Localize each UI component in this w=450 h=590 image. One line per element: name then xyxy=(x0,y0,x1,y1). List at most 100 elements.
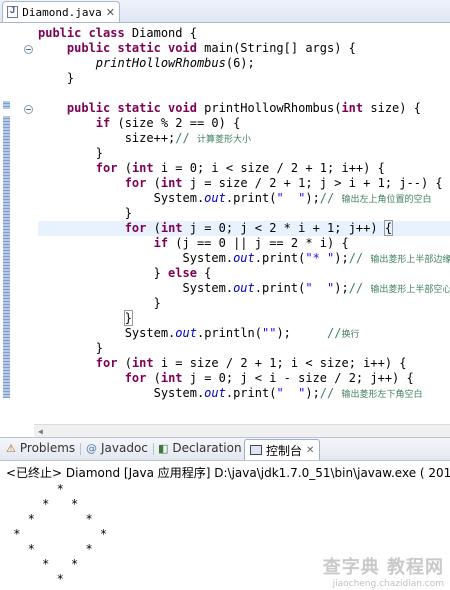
code-line[interactable]: } xyxy=(38,310,450,326)
code-line[interactable]: } xyxy=(38,341,450,356)
code-token: ( xyxy=(117,356,132,370)
code-token: System. xyxy=(38,326,176,340)
console-output-line: * xyxy=(6,482,64,496)
code-line[interactable]: if (size % 2 == 0) { xyxy=(38,116,450,131)
scroll-left-icon[interactable]: ◀ xyxy=(38,427,43,436)
code-token: } xyxy=(38,206,132,220)
code-token: // xyxy=(319,386,342,400)
code-token: ); xyxy=(276,326,328,340)
code-line[interactable]: public static void main(String[] args) { xyxy=(38,41,450,56)
code-token: int xyxy=(341,101,364,115)
tab-declaration[interactable]: ◧ Declaration xyxy=(158,441,242,455)
tab-console[interactable]: 控制台 ✕ xyxy=(244,439,321,460)
fold-toggle-icon[interactable] xyxy=(24,105,33,114)
code-token: for xyxy=(124,221,147,235)
code-line[interactable]: for (int i = 0; i < size / 2 + 1; i++) { xyxy=(38,161,450,176)
close-icon[interactable]: ✕ xyxy=(306,445,314,456)
code-token: int xyxy=(131,161,154,175)
console-icon xyxy=(250,445,262,455)
code-token: for xyxy=(95,356,118,370)
code-token: .print( xyxy=(225,191,277,205)
code-token: if xyxy=(95,116,111,130)
editor-tab-strip: Diamond.java ✕ xyxy=(0,0,450,23)
code-token: out xyxy=(233,281,255,295)
code-line[interactable]: public class Diamond { xyxy=(38,26,450,41)
code-area[interactable]: public class Diamond { public static voi… xyxy=(38,26,450,401)
code-token: (6); xyxy=(225,56,255,70)
code-line[interactable]: System.out.print(" ");// 输出左上角位置的空白 xyxy=(38,191,450,206)
code-token: else xyxy=(168,266,197,280)
code-line[interactable]: printHollowRhombus(6); xyxy=(38,56,450,71)
code-token: .print( xyxy=(254,281,306,295)
code-token: int xyxy=(160,176,183,190)
code-editor[interactable]: public class Diamond { public static voi… xyxy=(0,23,450,439)
tab-problems[interactable]: ⚠ Problems xyxy=(6,441,75,455)
code-token: out xyxy=(204,386,226,400)
code-token: printHollowRhombus xyxy=(95,56,226,70)
code-line[interactable]: } xyxy=(38,71,450,86)
code-token: } xyxy=(38,266,169,280)
code-token: int xyxy=(131,356,154,370)
tab-divider xyxy=(80,443,81,455)
declaration-icon: ◧ xyxy=(158,441,169,455)
code-token: public static void xyxy=(66,41,197,55)
code-line[interactable] xyxy=(38,86,450,101)
tab-javadoc[interactable]: @ Javadoc xyxy=(86,441,148,455)
close-icon[interactable]: ✕ xyxy=(106,6,115,19)
code-line[interactable]: size++;// 计算菱形大小 xyxy=(38,131,450,146)
code-token: "* " xyxy=(305,251,335,265)
console-output[interactable]: * * * * * * * * * * * * xyxy=(6,482,107,587)
code-token: } xyxy=(38,71,75,85)
code-token: if xyxy=(153,236,169,250)
code-line[interactable]: for (int i = size / 2 + 1; i < size; i++… xyxy=(38,356,450,371)
code-token: for xyxy=(124,371,147,385)
code-token: } xyxy=(123,310,133,326)
tab-divider xyxy=(153,443,154,455)
console-output-line: * * xyxy=(6,527,108,541)
editor-tab-diamond-java[interactable]: Diamond.java ✕ xyxy=(2,1,120,22)
code-token: ); xyxy=(305,386,320,400)
code-token: j = 0; j < 2 * i + 1; j++) xyxy=(182,221,385,235)
code-line[interactable]: for (int j = 0; j < i - size / 2; j++) { xyxy=(38,371,450,386)
code-line[interactable]: } xyxy=(38,146,450,161)
code-line[interactable]: for (int j = size / 2 + 1; j > i + 1; j-… xyxy=(38,176,450,191)
console-output-line: * * xyxy=(6,557,79,571)
code-line[interactable]: } xyxy=(38,206,450,221)
code-token: ( xyxy=(146,371,161,385)
tab-declaration-label: Declaration xyxy=(172,441,242,455)
code-line[interactable]: System.out.print("* ");// 输出菱形上半部边缘 xyxy=(38,251,450,266)
console-output-line: * * xyxy=(6,512,93,526)
code-token: .print( xyxy=(225,386,277,400)
code-token: public class xyxy=(38,26,125,40)
code-token: j = 0; j < i - size / 2; j++) { xyxy=(182,371,414,385)
code-token: public static void xyxy=(66,101,197,115)
watermark: 查字典 教程网 jiaocheng.chazidian.com xyxy=(323,553,444,589)
code-token: (size % 2 == 0) { xyxy=(110,116,241,130)
code-line[interactable]: for (int j = 0; j < 2 * i + 1; j++) { xyxy=(38,220,450,236)
problems-icon: ⚠ xyxy=(6,441,16,455)
code-line[interactable]: System.out.println(""); //换行 xyxy=(38,326,450,341)
code-token: out xyxy=(233,251,255,265)
code-line[interactable]: } else { xyxy=(38,266,450,281)
code-token: System. xyxy=(38,281,234,295)
code-line[interactable]: public static void printHollowRhombus(in… xyxy=(38,101,450,116)
code-token: size++; xyxy=(38,131,176,145)
code-token: // xyxy=(319,191,342,205)
fold-toggle-icon[interactable] xyxy=(24,45,33,54)
code-token: out xyxy=(175,326,197,340)
console-output-line: * * xyxy=(6,497,79,511)
code-line[interactable]: if (j == 0 || j == 2 * i) { xyxy=(38,236,450,251)
code-line[interactable]: } xyxy=(38,296,450,311)
tab-console-label: 控制台 xyxy=(266,443,303,458)
code-token: 计算菱形大小 xyxy=(196,135,251,145)
code-line[interactable]: System.out.print(" ");// 输出菱形上半部空心 xyxy=(38,281,450,296)
code-token: ); xyxy=(334,251,349,265)
editor-tab-label: Diamond.java xyxy=(22,5,102,19)
code-line[interactable]: System.out.print(" ");// 输出菱形左下角空白 xyxy=(38,386,450,401)
